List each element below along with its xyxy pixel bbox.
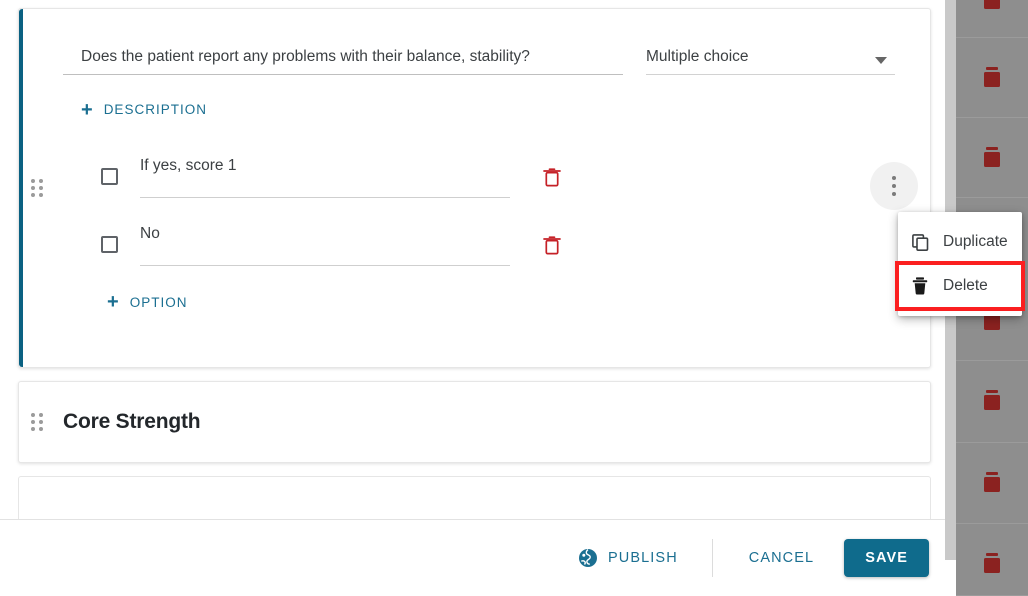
chevron-down-icon [875, 57, 887, 64]
next-card-stub[interactable] [18, 476, 931, 522]
editor-footer: PUBLISH CANCEL SAVE [0, 519, 945, 596]
table-row[interactable] [956, 38, 1028, 118]
add-option-button[interactable]: + OPTION [107, 291, 188, 313]
add-description-button[interactable]: + DESCRIPTION [81, 98, 207, 121]
trash-icon[interactable] [540, 165, 564, 189]
drag-dots-icon[interactable] [30, 179, 44, 197]
cancel-button[interactable]: CANCEL [735, 541, 828, 575]
trash-icon[interactable] [982, 146, 1002, 168]
publish-button[interactable]: PUBLISH [570, 540, 686, 576]
drag-dots-icon[interactable] [30, 413, 44, 431]
context-menu: Duplicate Delete [895, 212, 1025, 316]
list-item[interactable]: If yes, score 1 [63, 143, 930, 211]
option-text-input[interactable]: No [140, 224, 510, 266]
globe-icon [578, 548, 598, 568]
question-type-select[interactable]: Multiple choice [646, 47, 895, 75]
table-row[interactable] [956, 118, 1028, 198]
question-card-content: Does the patient report any problems wit… [63, 9, 930, 367]
table-row[interactable] [956, 524, 1028, 596]
add-option-label: OPTION [129, 294, 188, 310]
option-text-input[interactable]: If yes, score 1 [140, 156, 510, 198]
menu-item-delete[interactable]: Delete [895, 261, 1025, 311]
publish-label: PUBLISH [608, 550, 678, 566]
footer-divider [711, 539, 713, 577]
menu-item-label: Delete [943, 277, 988, 294]
section-card[interactable]: Core Strength [18, 381, 931, 463]
application-root: Does the patient report any problems wit… [0, 0, 1028, 596]
trash-icon[interactable] [982, 66, 1002, 88]
editor-scroll-body: Does the patient report any problems wit… [0, 0, 945, 522]
trash-icon[interactable] [982, 471, 1002, 493]
trash-icon[interactable] [540, 233, 564, 257]
trash-filled-icon [911, 277, 929, 295]
table-row[interactable] [956, 0, 1028, 38]
menu-item-label: Duplicate [943, 233, 1008, 250]
table-row[interactable] [956, 361, 1028, 443]
question-card[interactable]: Does the patient report any problems wit… [18, 8, 931, 368]
plus-icon: + [107, 291, 120, 313]
form-editor-modal: Does the patient report any problems wit… [0, 0, 945, 596]
plus-icon: + [81, 98, 94, 121]
question-header-row: Does the patient report any problems wit… [63, 47, 930, 75]
more-vertical-icon[interactable] [870, 162, 918, 210]
checkbox-icon[interactable] [101, 168, 118, 185]
table-row[interactable] [956, 443, 1028, 524]
question-title-input[interactable]: Does the patient report any problems wit… [63, 47, 623, 75]
trash-icon[interactable] [982, 552, 1002, 574]
option-label: No [140, 224, 160, 242]
section-title: Core Strength [63, 410, 201, 433]
save-button[interactable]: SAVE [844, 539, 929, 577]
trash-icon[interactable] [982, 389, 1002, 411]
question-type-value: Multiple choice [646, 48, 749, 65]
trash-icon[interactable] [982, 0, 1002, 10]
question-card-accent-bar [19, 9, 23, 367]
list-item[interactable]: No [63, 211, 930, 279]
copy-icon [911, 233, 929, 251]
checkbox-icon[interactable] [101, 236, 118, 253]
add-description-label: DESCRIPTION [103, 102, 207, 117]
option-label: If yes, score 1 [140, 156, 237, 174]
option-list: If yes, score 1 No [63, 143, 930, 279]
question-title-value: Does the patient report any problems wit… [81, 48, 530, 65]
menu-item-duplicate[interactable]: Duplicate [898, 220, 1022, 264]
